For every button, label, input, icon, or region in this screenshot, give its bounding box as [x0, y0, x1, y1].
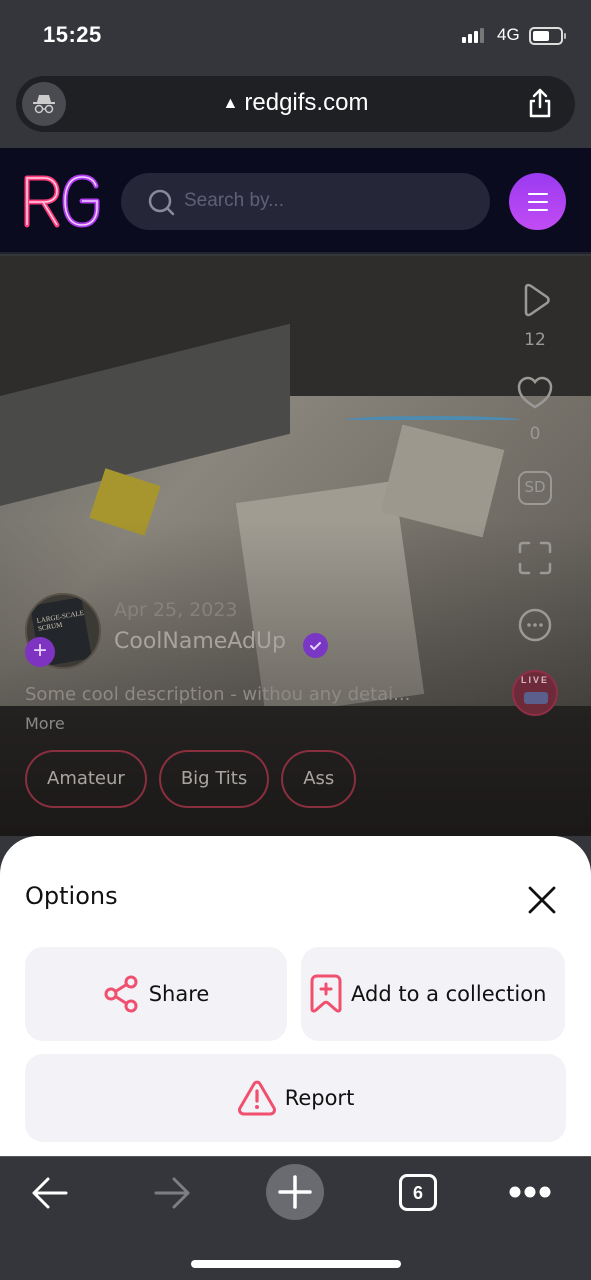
post-date: Apr 25, 2023 [114, 599, 238, 621]
forward-arrow-icon [154, 1177, 190, 1209]
hamburger-menu-button[interactable] [509, 173, 566, 230]
forward-button[interactable] [152, 1175, 192, 1216]
fullscreen-button[interactable] [510, 540, 560, 581]
post-content: 12 0 SD LIVE LARGE-SCALE SCRUM + Apr 25,… [0, 256, 591, 836]
new-tab-button[interactable] [266, 1164, 324, 1220]
more-dots-icon [518, 608, 552, 642]
live-label: LIVE [520, 675, 549, 685]
more-horizontal-icon [509, 1186, 551, 1198]
more-options-button[interactable] [510, 607, 560, 648]
search-icon [148, 189, 175, 216]
share-icon [104, 975, 138, 1013]
live-thumbnail [524, 692, 548, 704]
play-button[interactable] [510, 282, 560, 323]
network-label: 4G [497, 25, 520, 44]
search-input[interactable]: Search by... [121, 173, 490, 230]
site-header: Search by... [0, 148, 591, 254]
more-menu-button[interactable] [508, 1185, 552, 1204]
video-player[interactable] [0, 323, 591, 717]
sheet-title: Options [25, 882, 118, 910]
battery-icon [529, 27, 566, 45]
avatar-text: LARGE-SCALE SCRUM [36, 608, 85, 633]
tabs-button[interactable]: 6 [399, 1174, 437, 1211]
tag-chip[interactable]: Big Tits [158, 750, 270, 808]
views-count: 12 [524, 330, 546, 350]
close-button[interactable] [524, 882, 560, 923]
author-username[interactable]: CoolNameAdUp [114, 629, 286, 654]
status-bar: 15:25 4G [0, 0, 591, 72]
play-icon [524, 283, 550, 317]
report-label: Report [284, 1086, 355, 1110]
heart-icon [517, 376, 553, 409]
likes-count: 0 [529, 424, 541, 444]
share-label: Share [148, 982, 210, 1006]
signal-icon [462, 28, 484, 43]
back-arrow-icon [32, 1177, 68, 1209]
quality-toggle[interactable]: SD [510, 471, 560, 505]
follow-plus-button[interactable]: + [25, 637, 55, 667]
share-button[interactable]: Share [25, 947, 287, 1041]
fullscreen-icon [518, 541, 552, 575]
bookmark-plus-icon [310, 974, 342, 1013]
site-logo[interactable] [22, 172, 102, 235]
warning-triangle-icon: ▲ [222, 95, 239, 112]
post-description: Some cool description - withou any detai… [25, 684, 411, 705]
add-to-collection-button[interactable]: Add to a collection [301, 947, 565, 1041]
address-bar[interactable]: ▲ redgifs.com [16, 76, 575, 132]
live-button[interactable]: LIVE [510, 670, 560, 716]
options-sheet: Options Share Add to a collection Report [0, 836, 591, 1156]
status-time: 15:25 [43, 22, 102, 47]
close-icon [528, 886, 556, 914]
quality-label: SD [518, 471, 552, 505]
more-link[interactable]: More [25, 714, 65, 733]
tag-list: Amateur Big Tits Ass [25, 750, 357, 808]
plus-icon [278, 1175, 312, 1209]
back-button[interactable] [30, 1175, 70, 1216]
share-page-icon[interactable] [527, 87, 553, 124]
url-text[interactable]: ▲ redgifs.com [16, 89, 575, 117]
report-button[interactable]: Report [25, 1054, 566, 1142]
tag-chip[interactable]: Ass [281, 750, 357, 808]
browser-toolbar: 6 [0, 1156, 591, 1280]
home-indicator[interactable] [191, 1260, 401, 1268]
add-collection-label: Add to a collection [351, 982, 547, 1006]
warning-icon [237, 1080, 276, 1116]
photo-shade [0, 396, 591, 706]
search-placeholder: Search by... [184, 190, 284, 211]
like-button[interactable] [510, 376, 560, 415]
verified-badge-icon [303, 633, 328, 658]
tag-chip[interactable]: Amateur [25, 750, 147, 808]
